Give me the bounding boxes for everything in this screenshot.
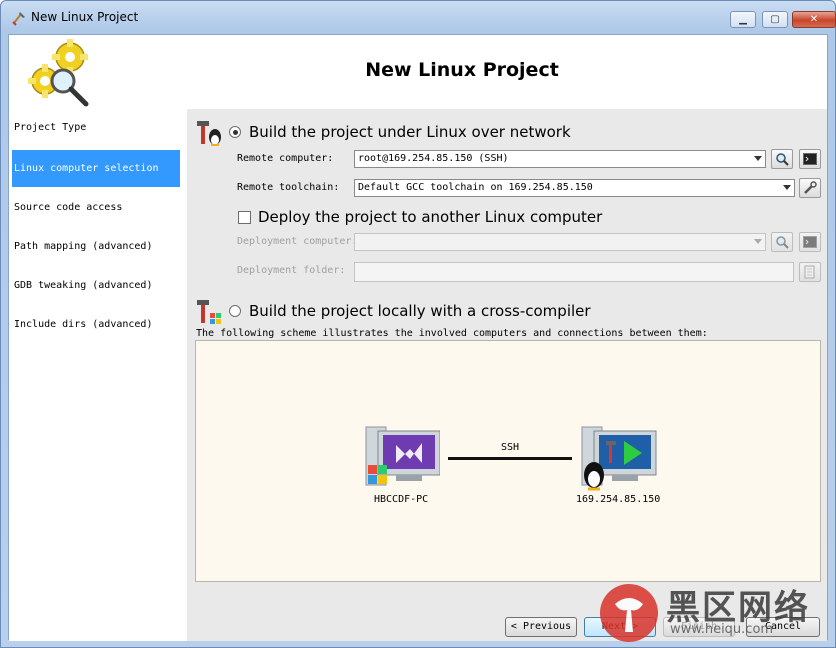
app-icon xyxy=(12,12,25,26)
wizard-header: New Linux Project xyxy=(9,35,827,109)
deployment-folder-browse-button[interactable] xyxy=(799,262,821,282)
sidebar-item-label: Path mapping (advanced) xyxy=(14,241,153,252)
sidebar-item-gdb-tweaking[interactable]: GDB tweaking (advanced) xyxy=(12,267,180,304)
chevron-left-icon: < xyxy=(510,621,523,632)
next-button[interactable]: Next > xyxy=(584,617,656,637)
previous-button[interactable]: < Previous xyxy=(505,617,577,637)
sidebar-item-include-dirs[interactable]: Include dirs (advanced) xyxy=(12,306,180,343)
gears-logo-icon xyxy=(28,39,89,107)
deployment-folder-input[interactable] xyxy=(354,262,794,282)
chevron-right-icon: > xyxy=(626,621,639,632)
sidebar-item-source-code-access[interactable]: Source code access xyxy=(12,189,180,226)
maximize-button[interactable]: ▢ xyxy=(762,11,788,28)
remote-computer-value: root@169.254.85.150 (SSH) xyxy=(358,153,509,164)
close-icon: ✕ xyxy=(809,14,819,25)
minimize-button[interactable]: ▁ xyxy=(730,11,756,28)
chevron-down-icon xyxy=(754,239,762,244)
deployment-folder-label: Deployment folder: xyxy=(237,265,346,276)
remote-computer-name: 169.254.85.150 xyxy=(576,494,661,505)
sidebar-item-label: Include dirs (advanced) xyxy=(14,319,153,330)
scheme-caption: The following scheme illustrates the inv… xyxy=(196,328,708,339)
deploy-option-label: Deploy the project to another Linux comp… xyxy=(258,208,603,226)
finish-button-label: Finish xyxy=(680,621,718,632)
sidebar-item-project-type[interactable]: Project Type xyxy=(12,109,180,146)
connection-type-label: SSH xyxy=(501,442,520,453)
minimize-icon: ▁ xyxy=(739,14,747,25)
cross-compiler-tools-icon xyxy=(197,300,221,324)
sidebar-item-path-mapping[interactable]: Path mapping (advanced) xyxy=(12,228,180,265)
deployment-computer-select[interactable] xyxy=(354,233,766,251)
build-tools-icon xyxy=(197,121,221,146)
title-bar[interactable]: New Linux Project ▁ ▢ ✕ xyxy=(1,1,836,35)
ssh-connection-line xyxy=(448,457,572,460)
cancel-button-label: Cancel xyxy=(764,621,802,632)
previous-button-label: Previous xyxy=(522,621,572,632)
deployment-computer-terminal-button[interactable] xyxy=(799,232,821,252)
sidebar-item-label: Linux computer selection xyxy=(14,163,159,174)
search-icon xyxy=(776,236,789,249)
local-computer-name: HBCCDF-PC xyxy=(374,494,429,505)
remote-computer-select[interactable]: root@169.254.85.150 (SSH) xyxy=(354,150,766,168)
wrench-icon xyxy=(804,181,817,194)
cross-compiler-option-label: Build the project locally with a cross-c… xyxy=(249,302,591,320)
next-button-label: Next xyxy=(601,621,627,632)
wizard-sidebar: Project Type Linux computer selection So… xyxy=(9,109,187,641)
linux-pc-icon xyxy=(581,426,657,491)
terminal-icon xyxy=(803,236,817,248)
cancel-button[interactable]: Cancel xyxy=(746,617,820,637)
connection-scheme-panel: HBCCDF-PC SSH 169.254.85.150 xyxy=(195,340,821,582)
finish-button[interactable]: Finish xyxy=(663,617,735,637)
sidebar-item-label: Project Type xyxy=(14,122,87,133)
remote-build-radio[interactable] xyxy=(229,126,241,138)
folder-icon xyxy=(804,265,815,279)
sidebar-item-label: Source code access xyxy=(14,202,123,213)
chevron-down-icon xyxy=(754,156,762,161)
remote-build-option-label: Build the project under Linux over netwo… xyxy=(249,123,571,141)
deployment-computer-label: Deployment computer: xyxy=(237,236,358,247)
deploy-checkbox[interactable] xyxy=(238,211,251,224)
windows-pc-icon xyxy=(365,426,440,486)
remote-toolchain-label: Remote toolchain: xyxy=(237,182,340,193)
search-icon xyxy=(776,153,789,166)
sidebar-item-linux-computer-selection[interactable]: Linux computer selection xyxy=(12,150,180,187)
close-button[interactable]: ✕ xyxy=(792,11,836,28)
page-title: New Linux Project xyxy=(365,59,559,81)
sidebar-item-label: GDB tweaking (advanced) xyxy=(14,280,153,291)
window-title: New Linux Project xyxy=(31,10,139,24)
toolchain-settings-button[interactable] xyxy=(799,178,821,198)
chevron-down-icon xyxy=(783,185,791,190)
remote-toolchain-value: Default GCC toolchain on 169.254.85.150 xyxy=(358,182,593,193)
remote-computer-search-button[interactable] xyxy=(771,149,793,169)
remote-toolchain-select[interactable]: Default GCC toolchain on 169.254.85.150 xyxy=(354,179,795,197)
remote-computer-label: Remote computer: xyxy=(237,153,334,164)
remote-computer-terminal-button[interactable] xyxy=(799,149,821,169)
deployment-computer-search-button[interactable] xyxy=(771,232,793,252)
terminal-icon xyxy=(803,153,817,165)
cross-compiler-radio[interactable] xyxy=(229,305,241,317)
maximize-icon: ▢ xyxy=(770,14,780,25)
